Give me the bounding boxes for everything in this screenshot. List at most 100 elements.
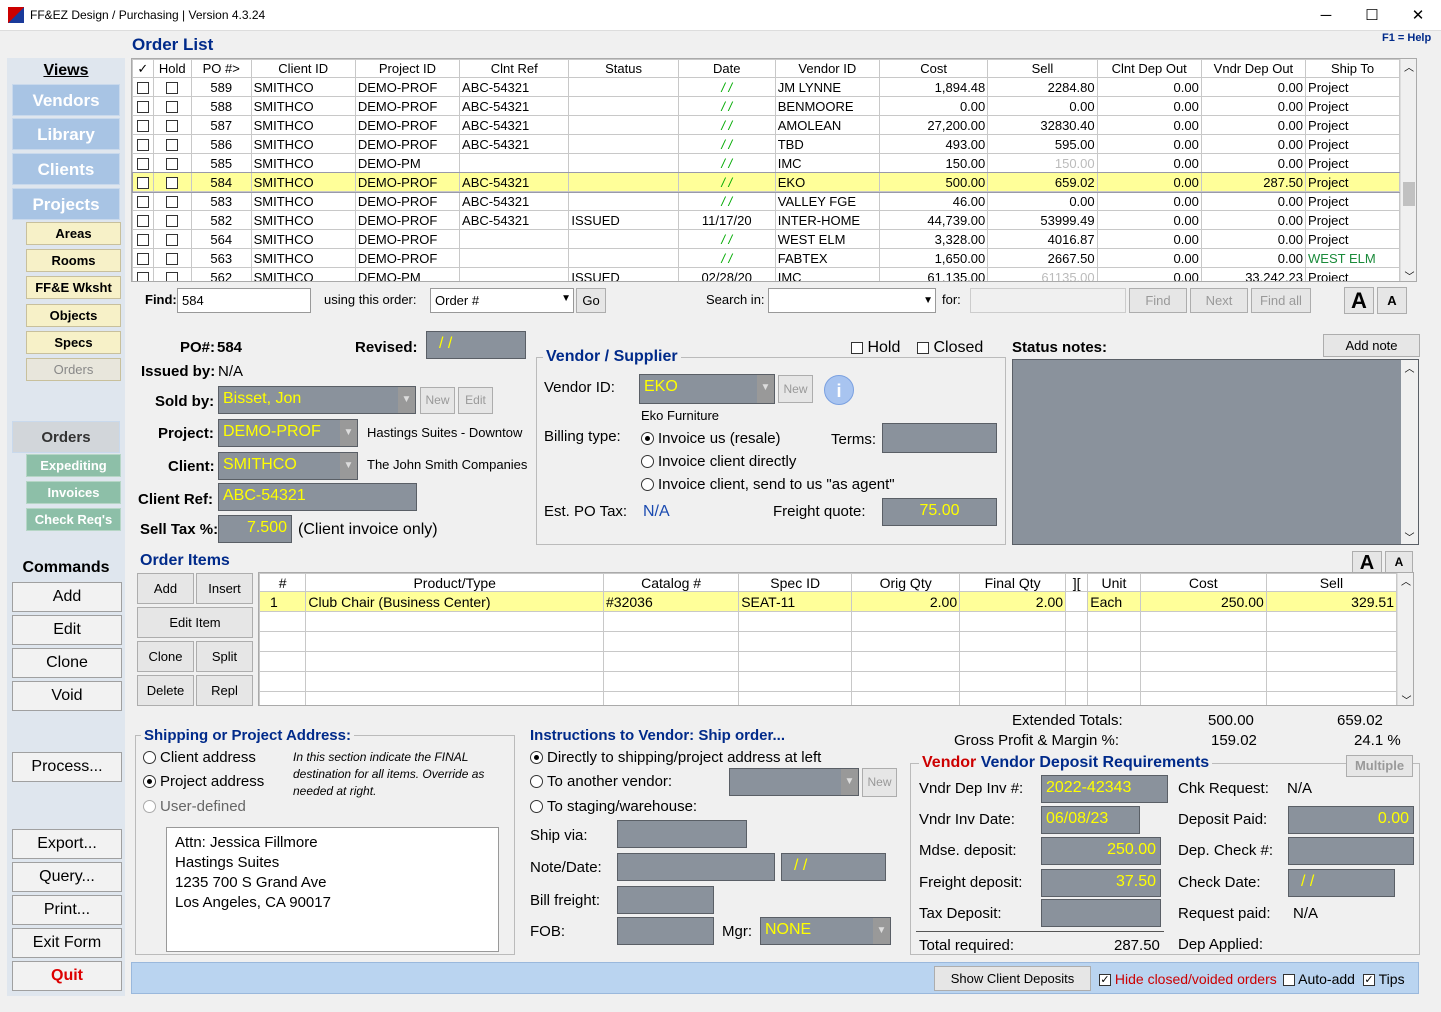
table-cell[interactable]: 0.00 bbox=[1096, 96, 1202, 116]
bill-freight-field[interactable] bbox=[617, 886, 714, 914]
billing-option-resale[interactable]: Invoice us (resale) bbox=[641, 430, 781, 447]
table-cell[interactable] bbox=[959, 611, 1067, 632]
table-cell[interactable]: FABTEX bbox=[774, 248, 880, 268]
table-cell[interactable]: AMOLEAN bbox=[774, 115, 880, 135]
table-cell[interactable]: BENMOORE bbox=[774, 96, 880, 116]
table-row[interactable]: 1 Club Chair (Business Center) #32036 SEAT-… bbox=[259, 591, 1398, 612]
table-cell[interactable] bbox=[568, 115, 679, 135]
table-cell[interactable]: / / bbox=[677, 248, 776, 268]
table-cell[interactable]: TBD bbox=[774, 134, 880, 154]
column-header[interactable]: Product/Type bbox=[305, 573, 605, 592]
nav-orders-sub[interactable]: Orders bbox=[26, 358, 121, 381]
items-font-smaller-button[interactable]: A bbox=[1385, 551, 1413, 573]
table-cell[interactable] bbox=[1087, 631, 1141, 652]
table-cell[interactable]: / / bbox=[677, 172, 776, 192]
select-checkbox[interactable] bbox=[136, 215, 149, 228]
table-cell[interactable]: 582 bbox=[190, 210, 252, 230]
vendor-id-select[interactable]: EKO ▼ bbox=[639, 374, 775, 404]
select-checkbox[interactable] bbox=[136, 120, 149, 133]
sell-tax-field[interactable]: 7.500 bbox=[218, 515, 292, 543]
table-cell[interactable]: ABC-54321 bbox=[459, 96, 570, 116]
hold-cell[interactable] bbox=[152, 172, 192, 192]
quit-button[interactable]: Quit bbox=[12, 961, 122, 991]
table-cell[interactable] bbox=[738, 611, 853, 632]
nav-objects[interactable]: Objects bbox=[26, 304, 121, 327]
table-cell[interactable] bbox=[568, 153, 679, 173]
note-field[interactable] bbox=[617, 853, 775, 881]
nav-check-reqs[interactable]: Check Req's bbox=[26, 508, 121, 531]
table-row[interactable]: 582 SMITHCO DEMO-PROF ABC-54321 ISSUED 11/17/… bbox=[132, 210, 1400, 230]
table-cell[interactable] bbox=[1087, 691, 1141, 705]
column-header[interactable]: Catalog # bbox=[603, 573, 740, 592]
freight-quote-field[interactable]: 75.00 bbox=[882, 498, 997, 526]
table-row[interactable]: 583 SMITHCO DEMO-PROF ABC-54321 / / VALLEY FG… bbox=[132, 191, 1400, 211]
table-cell[interactable]: 0.00 bbox=[1096, 210, 1202, 230]
scroll-down-icon[interactable]: ﹀ bbox=[1401, 268, 1416, 281]
table-cell[interactable]: / / bbox=[677, 115, 776, 135]
sold-by-edit-button[interactable]: Edit bbox=[458, 387, 493, 414]
hold-cell[interactable] bbox=[152, 267, 192, 281]
show-client-deposits-button[interactable]: Show Client Deposits bbox=[934, 966, 1091, 991]
select-checkbox[interactable] bbox=[136, 253, 149, 266]
table-cell[interactable] bbox=[259, 631, 307, 652]
table-cell[interactable]: / / bbox=[677, 191, 776, 211]
column-header[interactable]: ✓ bbox=[132, 59, 154, 78]
table-cell[interactable] bbox=[1139, 611, 1267, 632]
item-clone-button[interactable]: Clone bbox=[137, 641, 194, 672]
column-header[interactable]: Sell bbox=[987, 59, 1098, 78]
table-cell[interactable] bbox=[459, 229, 570, 249]
table-cell[interactable]: SMITHCO bbox=[250, 77, 356, 97]
table-cell[interactable] bbox=[1139, 631, 1267, 652]
table-row[interactable]: 586 SMITHCO DEMO-PROF ABC-54321 / / TBD 493.00… bbox=[132, 134, 1400, 154]
table-cell[interactable]: 33,242.23 bbox=[1200, 267, 1307, 281]
table-cell[interactable]: SMITHCO bbox=[250, 248, 356, 268]
table-cell[interactable]: Club Chair (Business Center) bbox=[305, 591, 605, 612]
tips-checkbox[interactable]: ✓ Tips bbox=[1363, 971, 1405, 987]
table-cell[interactable]: 0.00 bbox=[1096, 191, 1202, 211]
table-row[interactable]: 588 SMITHCO DEMO-PROF ABC-54321/ / BENMOORE 0… bbox=[132, 96, 1400, 116]
hold-cell[interactable] bbox=[152, 248, 192, 268]
table-cell[interactable]: / / bbox=[677, 134, 776, 154]
table-cell[interactable]: 587 bbox=[190, 115, 252, 135]
table-cell[interactable]: Project bbox=[1305, 134, 1400, 154]
info-icon[interactable]: i bbox=[824, 375, 854, 405]
table-cell[interactable]: 0.00 bbox=[1096, 267, 1202, 281]
column-header[interactable]: Clnt Dep Out bbox=[1096, 59, 1202, 78]
hold-checkbox[interactable]: Hold bbox=[851, 339, 900, 357]
hold-cell[interactable] bbox=[152, 191, 192, 211]
minimize-button[interactable]: ─ bbox=[1303, 0, 1349, 31]
table-cell[interactable] bbox=[568, 134, 679, 154]
table-cell[interactable]: 500.00 bbox=[878, 172, 989, 192]
table-cell[interactable]: SMITHCO bbox=[250, 267, 356, 281]
table-cell[interactable] bbox=[1065, 611, 1089, 632]
table-cell[interactable]: INTER-HOME bbox=[774, 210, 880, 230]
nav-ffe-wksht[interactable]: FF&E Wksht bbox=[26, 276, 121, 299]
font-smaller-button[interactable]: A bbox=[1377, 287, 1407, 314]
edit-button[interactable]: Edit bbox=[12, 615, 122, 645]
column-header[interactable]: Cost bbox=[878, 59, 989, 78]
table-cell[interactable]: 287.50 bbox=[1200, 172, 1307, 192]
project-select[interactable]: DEMO-PROF ▼ bbox=[218, 419, 358, 447]
table-cell[interactable]: 11/17/20 bbox=[677, 210, 776, 230]
table-cell[interactable]: 32830.40 bbox=[987, 115, 1098, 135]
hold-row-checkbox[interactable] bbox=[166, 139, 179, 152]
column-header[interactable]: Clnt Ref bbox=[459, 59, 570, 78]
table-cell[interactable]: 329.51 bbox=[1265, 591, 1398, 612]
table-cell[interactable] bbox=[1065, 691, 1089, 705]
table-cell[interactable] bbox=[851, 691, 961, 705]
deposit-paid-field[interactable]: 0.00 bbox=[1288, 806, 1414, 834]
table-cell[interactable]: 61,135.00 bbox=[878, 267, 989, 281]
nav-invoices[interactable]: Invoices bbox=[26, 481, 121, 504]
select-cell[interactable] bbox=[132, 115, 154, 135]
select-checkbox[interactable] bbox=[136, 196, 149, 209]
table-cell[interactable]: DEMO-PROF bbox=[354, 134, 461, 154]
ship-via-field[interactable] bbox=[617, 820, 747, 848]
revised-date-field[interactable]: / / bbox=[426, 331, 526, 359]
table-cell[interactable]: 27,200.00 bbox=[878, 115, 989, 135]
table-cell[interactable]: Project bbox=[1305, 267, 1400, 281]
table-cell[interactable]: 0.00 bbox=[987, 191, 1098, 211]
table-cell[interactable]: 2.00 bbox=[851, 591, 961, 612]
client-ref-field[interactable]: ABC-54321 bbox=[218, 483, 417, 511]
table-cell[interactable]: 564 bbox=[190, 229, 252, 249]
table-cell[interactable]: ABC-54321 bbox=[459, 134, 570, 154]
